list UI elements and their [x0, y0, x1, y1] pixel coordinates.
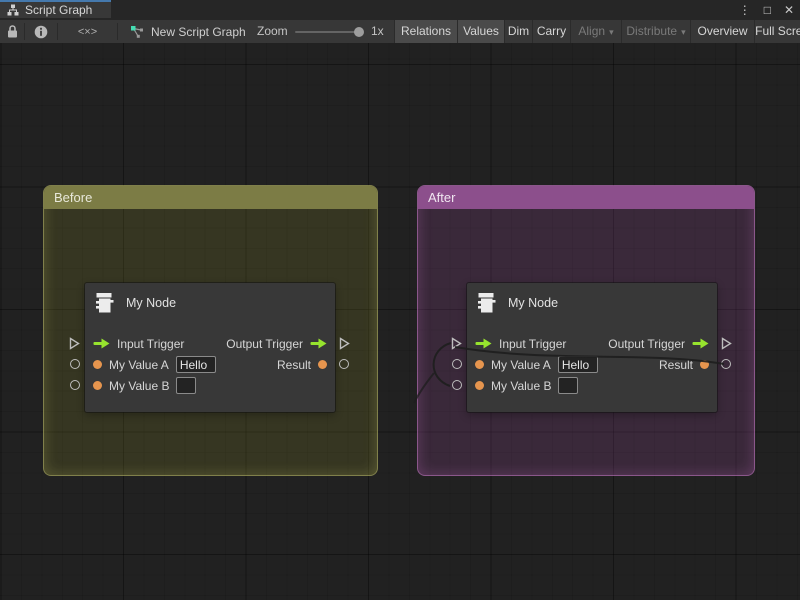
outer-result-port[interactable]: [339, 359, 349, 369]
group-after-header[interactable]: After: [418, 186, 754, 209]
toolbar-separator: [117, 23, 118, 40]
before-node[interactable]: My Node Input Trigger Output Trigger: [85, 283, 335, 412]
graph-toolbar: <×> New Script Graph Zoom 1x Relations V…: [0, 20, 800, 44]
window-controls: ⋮ □ ✕: [739, 0, 794, 20]
full-screen-button[interactable]: Full Screen: [754, 20, 800, 43]
outer-value-a-port[interactable]: [70, 359, 80, 369]
value-a-label: My Value A: [491, 358, 551, 372]
chevron-down-icon: ▾: [681, 27, 686, 37]
code-icon: <×>: [78, 26, 97, 38]
overview-button[interactable]: Overview: [690, 20, 754, 43]
value-a-input[interactable]: [558, 356, 598, 373]
lock-button[interactable]: [0, 20, 24, 43]
outer-result-port[interactable]: [721, 359, 731, 369]
trigger-row: Input Trigger Output Trigger: [85, 333, 335, 354]
outer-value-b-port[interactable]: [452, 380, 462, 390]
lock-icon: [7, 25, 18, 38]
toolbar-toggles: Relations Values Dim Carry Align ▾ Distri…: [394, 20, 800, 43]
tab-bar: Script Graph ⋮ □ ✕: [0, 0, 800, 20]
tab-title: Script Graph: [25, 3, 92, 17]
result-label: Result: [659, 358, 693, 372]
result-port[interactable]: [700, 360, 709, 369]
result-port[interactable]: [318, 360, 327, 369]
value-b-row: My Value B: [85, 375, 335, 396]
align-label: Align: [578, 24, 605, 38]
outer-input-trigger-port[interactable]: [69, 337, 80, 350]
script-graph-icon: [7, 4, 19, 16]
zoom-slider-track[interactable]: [295, 31, 363, 33]
value-b-label: My Value B: [109, 379, 169, 393]
info-button[interactable]: [25, 20, 57, 43]
value-b-label: My Value B: [491, 379, 551, 393]
output-trigger-port[interactable]: [310, 338, 327, 349]
outer-value-a-port[interactable]: [452, 359, 462, 369]
script-graph-window: Script Graph ⋮ □ ✕ <×>: [0, 0, 800, 600]
input-trigger-label: Input Trigger: [499, 337, 566, 351]
group-before-header[interactable]: Before: [44, 186, 377, 209]
graph-breadcrumb[interactable]: New Script Graph: [130, 20, 246, 43]
distribute-label: Distribute: [626, 24, 677, 38]
value-a-port[interactable]: [93, 360, 102, 369]
carry-toggle[interactable]: Carry: [532, 20, 570, 43]
value-b-port[interactable]: [475, 381, 484, 390]
value-b-input[interactable]: [176, 377, 196, 394]
unit-node-icon: [95, 292, 115, 315]
relations-toggle[interactable]: Relations: [394, 20, 457, 43]
node-header: My Node: [85, 283, 335, 333]
zoom-label: Zoom: [257, 20, 288, 43]
node-header: My Node: [467, 283, 717, 333]
graph-node-icon: [130, 25, 144, 38]
value-b-port[interactable]: [93, 381, 102, 390]
value-b-row: My Value B: [467, 375, 717, 396]
node-title: My Node: [126, 292, 176, 315]
align-dropdown[interactable]: Align ▾: [570, 20, 621, 43]
zoom-value: 1x: [371, 20, 384, 43]
zoom-slider-handle[interactable]: [354, 27, 364, 37]
outer-output-trigger-port[interactable]: [721, 337, 732, 350]
outer-input-trigger-port[interactable]: [451, 337, 462, 350]
value-a-row: My Value A Result: [85, 354, 335, 375]
output-trigger-port[interactable]: [692, 338, 709, 349]
outer-output-trigger-port[interactable]: [339, 337, 350, 350]
graph-canvas[interactable]: Before After My Node: [0, 43, 800, 600]
tab-script-graph[interactable]: Script Graph: [0, 0, 111, 18]
group-after-title: After: [428, 190, 455, 205]
dim-toggle[interactable]: Dim: [504, 20, 532, 43]
input-trigger-label: Input Trigger: [117, 337, 184, 351]
after-node[interactable]: My Node Input Trigger Output Trigger: [467, 283, 717, 412]
value-a-row: My Value A Result: [467, 354, 717, 375]
chevron-down-icon: ▾: [609, 27, 614, 37]
node-title: My Node: [508, 292, 558, 315]
result-label: Result: [277, 358, 311, 372]
value-a-label: My Value A: [109, 358, 169, 372]
window-menu-icon[interactable]: ⋮: [739, 3, 751, 17]
outer-value-b-port[interactable]: [70, 380, 80, 390]
group-before-title: Before: [54, 190, 92, 205]
code-preview-button[interactable]: <×>: [58, 20, 117, 43]
graph-name: New Script Graph: [151, 25, 246, 39]
input-trigger-port[interactable]: [475, 338, 492, 349]
output-trigger-label: Output Trigger: [608, 337, 685, 351]
input-trigger-port[interactable]: [93, 338, 110, 349]
close-icon[interactable]: ✕: [784, 3, 794, 17]
values-toggle[interactable]: Values: [457, 20, 504, 43]
value-a-port[interactable]: [475, 360, 484, 369]
output-trigger-label: Output Trigger: [226, 337, 303, 351]
maximize-icon[interactable]: □: [764, 3, 771, 17]
trigger-row: Input Trigger Output Trigger: [467, 333, 717, 354]
value-a-input[interactable]: [176, 356, 216, 373]
info-icon: [34, 25, 48, 39]
distribute-dropdown[interactable]: Distribute ▾: [621, 20, 690, 43]
unit-node-icon: [477, 292, 497, 315]
value-b-input[interactable]: [558, 377, 578, 394]
